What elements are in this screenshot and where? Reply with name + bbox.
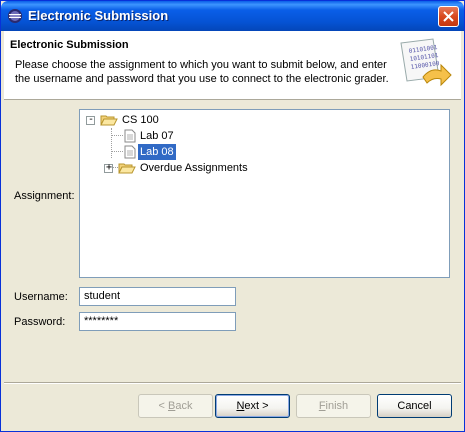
document-icon — [124, 129, 136, 143]
tree-item-label-selected: Lab 08 — [137, 143, 177, 161]
finish-rest: inish — [325, 400, 349, 412]
back-rest: ack — [175, 400, 193, 412]
open-folder-icon — [100, 115, 118, 126]
title-bar[interactable]: Electronic Submission — [1, 1, 464, 31]
tree-item-lab08[interactable]: Lab 08 — [84, 143, 204, 161]
username-label: Username: — [14, 291, 68, 303]
tree-root-label: CS 100 — [122, 114, 159, 126]
collapse-toggle[interactable]: - — [86, 114, 95, 125]
close-button[interactable] — [438, 6, 459, 27]
assignment-tree[interactable]: - CS 100 Lab 07 Lab 08 + Overdue Assignm… — [79, 109, 450, 278]
submit-document-icon: 01101001 10101101 11000100 — [400, 38, 452, 87]
finish-mnemonic: F — [318, 400, 326, 412]
tree-item-overdue[interactable]: + Overdue Assignments — [84, 160, 284, 176]
cancel-button[interactable]: Cancel — [377, 394, 452, 418]
expand-toggle[interactable]: + — [104, 162, 113, 173]
tree-item-label: Lab 07 — [140, 130, 174, 142]
password-field[interactable]: ******** — [79, 312, 236, 331]
next-rest: ext > — [244, 400, 269, 412]
close-icon — [443, 11, 454, 22]
button-separator — [4, 382, 461, 384]
tree-item-cs100[interactable]: - CS 100 — [84, 112, 204, 128]
banner-title: Electronic Submission — [10, 39, 129, 51]
username-field[interactable]: student — [79, 287, 236, 306]
tree-item-lab07[interactable]: Lab 07 — [84, 128, 204, 144]
next-button[interactable]: Next > — [215, 394, 290, 418]
window-title: Electronic Submission — [28, 8, 169, 23]
header-banner: Electronic Submission Please choose the … — [4, 31, 461, 100]
open-folder-icon — [118, 163, 136, 174]
back-prefix: < — [158, 400, 168, 412]
password-label: Password: — [14, 316, 66, 328]
banner-description: Please choose the assignment to which yo… — [15, 59, 389, 85]
eclipse-icon — [8, 9, 22, 23]
document-icon — [124, 145, 136, 159]
back-button[interactable]: < Back — [138, 394, 213, 418]
assignment-label: Assignment: — [14, 190, 75, 202]
tree-overdue-label: Overdue Assignments — [140, 162, 248, 174]
finish-button[interactable]: Finish — [296, 394, 371, 418]
dialog-window: Electronic Submission Electronic Submiss… — [0, 0, 465, 432]
